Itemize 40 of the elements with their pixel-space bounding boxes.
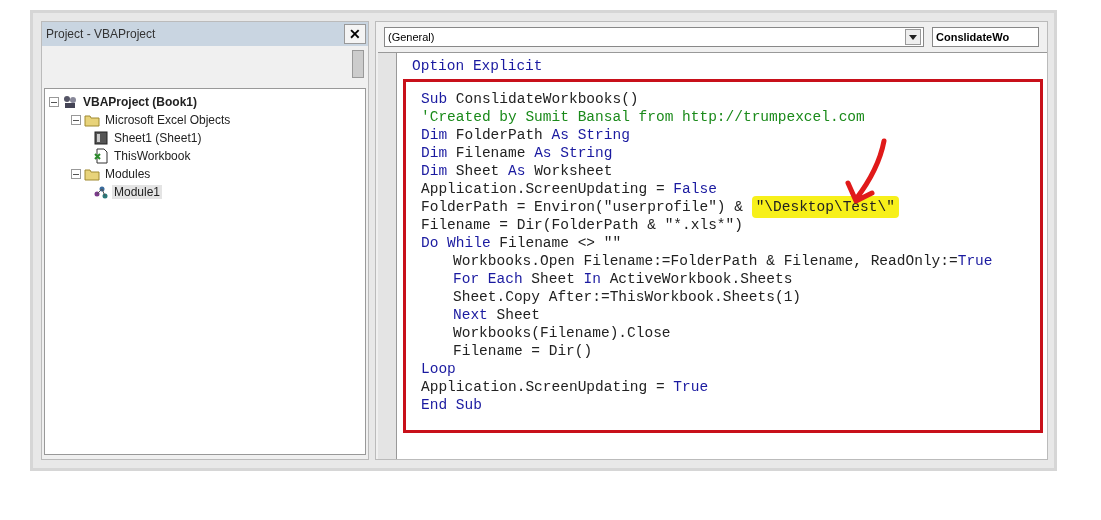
code-line: Sheet.Copy After:=ThisWorkbook.Sheets(1) — [452, 288, 803, 306]
code-line: Loop — [420, 360, 457, 378]
tree-item[interactable]: Microsoft Excel Objects — [103, 113, 233, 127]
module-icon — [93, 184, 109, 200]
code-line: Workbooks(Filename).Close — [452, 324, 672, 342]
code-line: Workbooks.Open Filename:=FolderPath & Filename, ReadOnly:=True — [452, 252, 994, 270]
code-line: Dim Sheet As Worksheet — [420, 162, 614, 180]
tree-item[interactable]: Modules — [103, 167, 153, 181]
folder-icon — [84, 166, 100, 182]
code-line: End Sub — [420, 396, 483, 414]
tree-item[interactable]: ThisWorkbook — [112, 149, 193, 163]
procedure-dropdown[interactable]: ConslidateWo — [932, 27, 1039, 47]
workbook-icon — [93, 148, 109, 164]
code-line: Sub ConslidateWorkbooks() — [420, 90, 640, 108]
code-line: Filename = Dir() — [452, 342, 594, 360]
code-line: Dim Filename As String — [420, 144, 614, 162]
project-icon — [62, 94, 78, 110]
caret-icon — [909, 34, 917, 40]
close-button[interactable]: ✕ — [344, 24, 366, 44]
code-line: Dim FolderPath As String — [420, 126, 631, 144]
folder-icon — [84, 112, 100, 128]
code-line: Do While Filename <> "" — [420, 234, 623, 252]
object-dropdown[interactable]: (General) — [384, 27, 924, 47]
collapse-toggle[interactable] — [71, 115, 81, 125]
tree-item[interactable]: Module1 — [112, 185, 163, 199]
code-line: Option Explicit — [411, 57, 544, 75]
code-line: 'Created by Sumit Bansal from http://trumpexcel.com — [420, 108, 866, 126]
code-line: FolderPath = Environ("userprofile") & "\Desktop\Test\" — [412, 198, 1040, 216]
sheet-icon — [93, 130, 109, 146]
collapse-toggle[interactable] — [49, 97, 59, 107]
tree-item[interactable]: VBAProject (Book1) — [81, 95, 200, 109]
code-line: Application.ScreenUpdating = True — [420, 378, 710, 396]
code-line: Application.ScreenUpdating = False — [420, 180, 718, 198]
scroll-handle[interactable] — [352, 50, 364, 78]
code-line: Next Sheet — [452, 306, 542, 324]
collapse-toggle[interactable] — [71, 169, 81, 179]
panel-title: Project - VBAProject — [46, 27, 156, 41]
code-line: For Each Sheet In ActiveWorkbook.Sheets — [452, 270, 794, 288]
code-line: Filename = Dir(FolderPath & "*.xls*") — [420, 216, 744, 234]
tree-item[interactable]: Sheet1 (Sheet1) — [112, 131, 204, 145]
